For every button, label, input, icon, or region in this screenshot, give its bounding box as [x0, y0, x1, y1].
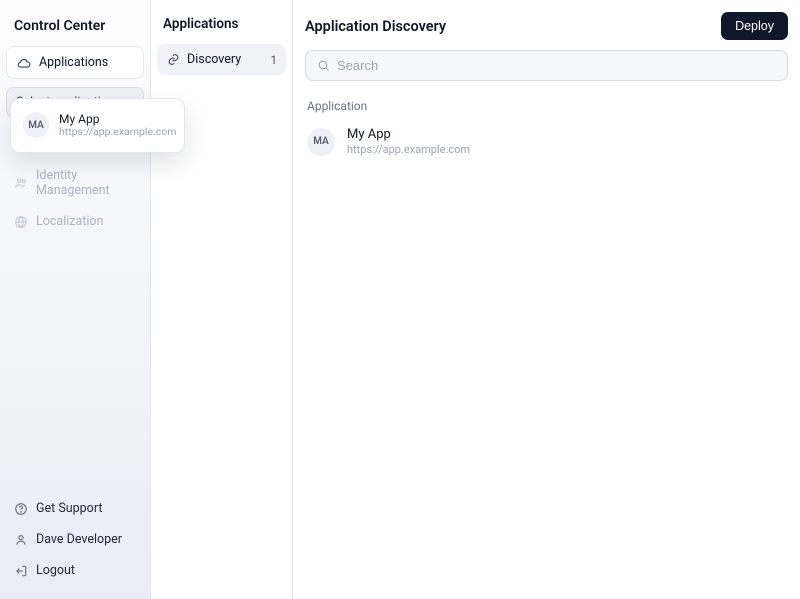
support-link[interactable]: Get Support [6, 494, 144, 523]
secondary-panel: Applications Discovery 1 [150, 0, 293, 599]
sub-item-discovery[interactable]: Discovery 1 [157, 44, 286, 75]
application-option-url: https://app.example.com [59, 126, 176, 139]
application-option[interactable]: MA My App https://app.example.com [17, 105, 178, 146]
search-icon [316, 59, 330, 73]
user-icon [14, 533, 28, 547]
sidebar-item-label: Localization [36, 214, 103, 229]
cloud-icon [17, 56, 31, 70]
users-icon [14, 176, 28, 190]
avatar: MA [307, 128, 335, 156]
sidebar-item-label: Identity Management [36, 168, 136, 198]
avatar: MA [23, 112, 49, 138]
help-icon [14, 502, 28, 516]
applications-label: Applications [39, 55, 108, 70]
sub-item-label: Discovery [187, 52, 241, 67]
support-label: Get Support [36, 501, 102, 516]
page-title: Application Discovery [305, 18, 446, 35]
logout-label: Logout [36, 563, 75, 578]
sidebar-item-identity[interactable]: Identity Management [6, 161, 144, 205]
user-link[interactable]: Dave Developer [6, 525, 144, 554]
globe-icon [14, 215, 28, 229]
user-label: Dave Developer [36, 532, 122, 547]
application-option-name: My App [59, 112, 176, 126]
sidebar: Control Center Applications Select appli… [0, 0, 150, 599]
link-icon [166, 53, 180, 67]
sub-item-count: 1 [271, 53, 277, 67]
row-name: My App [347, 127, 470, 142]
search-field[interactable] [305, 50, 788, 81]
secondary-panel-title: Applications [157, 10, 286, 44]
main-panel: Application Discovery Deploy Application… [293, 0, 800, 599]
row-url: https://app.example.com [347, 143, 470, 156]
deploy-button[interactable]: Deploy [721, 12, 788, 40]
sidebar-item-localization[interactable]: Localization [6, 207, 144, 236]
application-dropdown: MA My App https://app.example.com [10, 98, 185, 153]
sidebar-title: Control Center [6, 10, 144, 46]
sidebar-footer: Get Support Dave Developer Logout [6, 494, 144, 589]
search-input[interactable] [337, 58, 777, 73]
logout-link[interactable]: Logout [6, 556, 144, 585]
applications-button[interactable]: Applications [6, 46, 144, 79]
table-row[interactable]: MA My App https://app.example.com [293, 121, 800, 162]
logout-icon [14, 564, 28, 578]
table-header: Application [293, 91, 800, 121]
